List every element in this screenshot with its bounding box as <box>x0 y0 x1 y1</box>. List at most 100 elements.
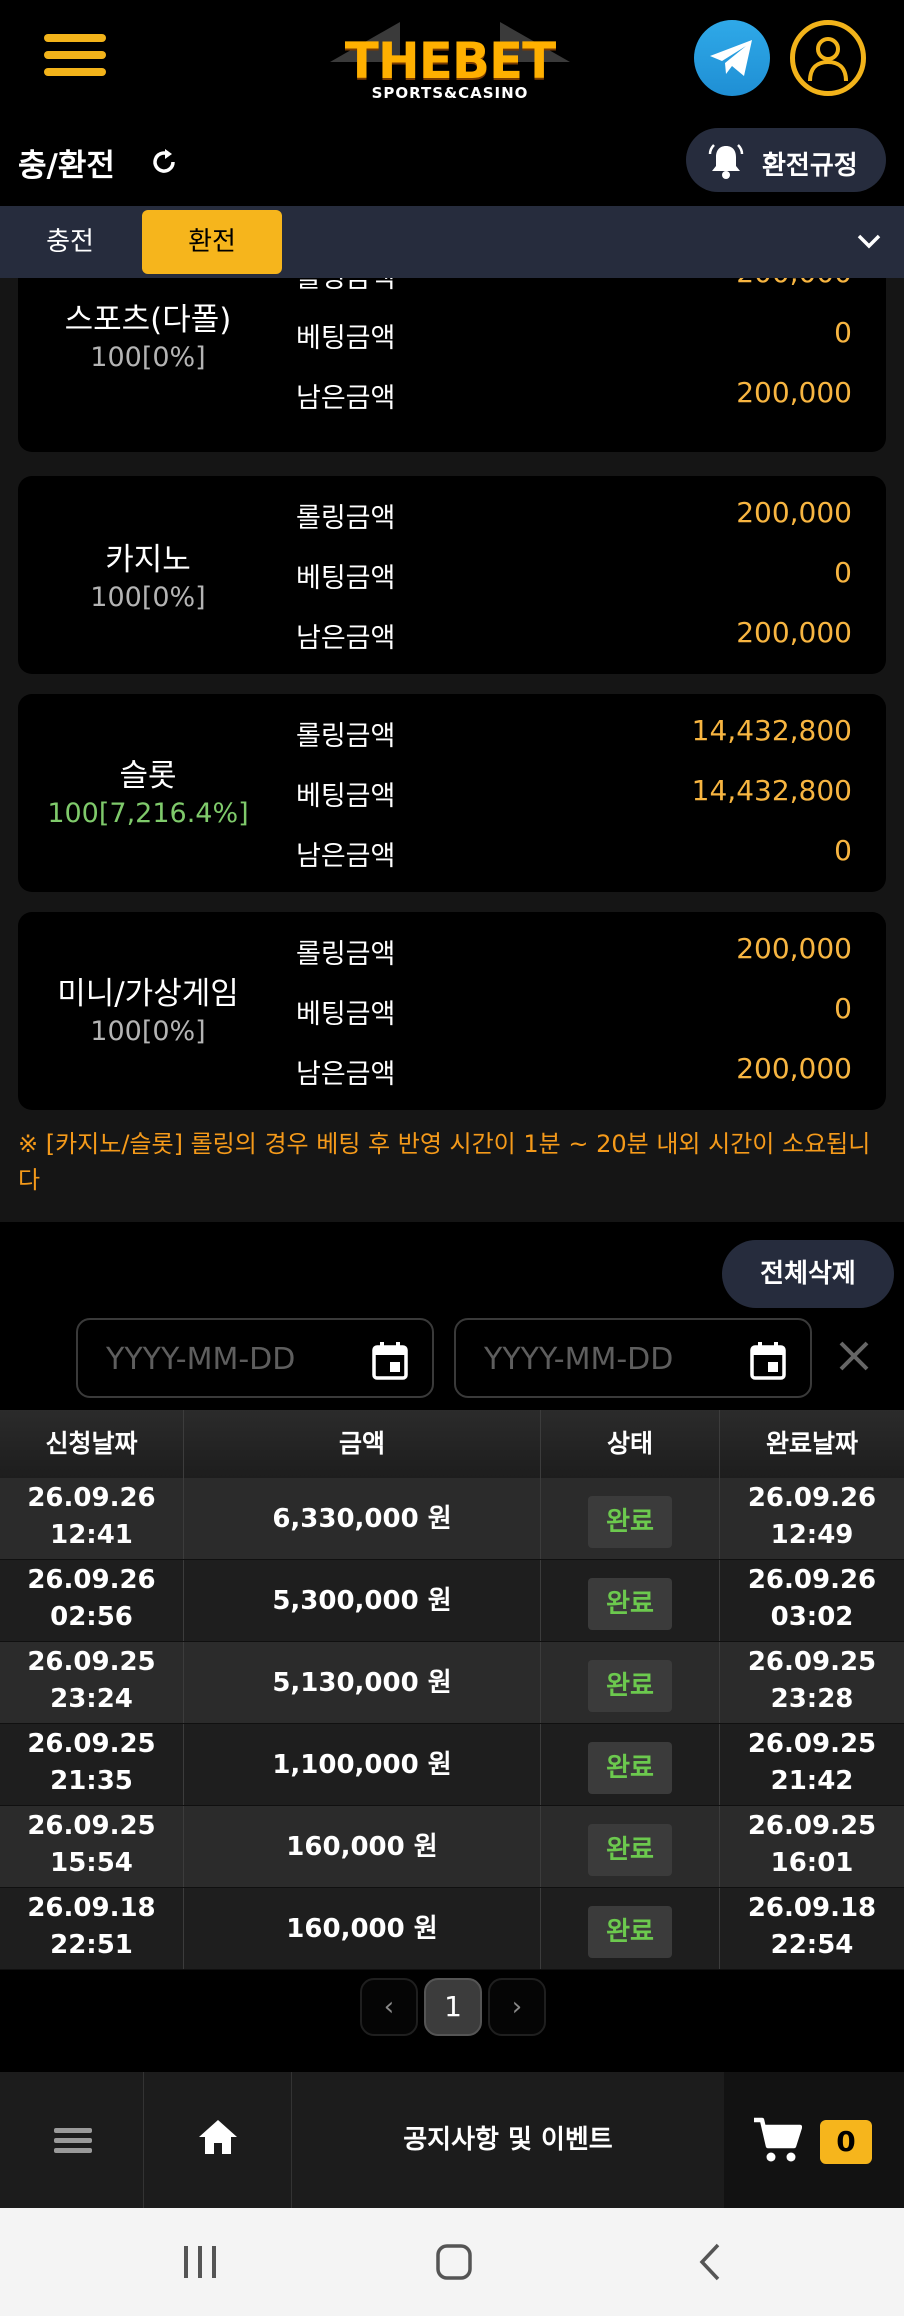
tab-bar: 충전 환전 <box>0 206 904 278</box>
end-date-input[interactable] <box>484 1340 724 1378</box>
complete-time: 12:49 <box>770 1520 854 1550</box>
request-time: 02:56 <box>50 1602 133 1632</box>
rolling-percent: 100[0%] <box>90 582 206 613</box>
exchange-rules-button[interactable]: 환전규정 <box>686 128 886 192</box>
logo-brand: THEBET <box>344 32 556 90</box>
refresh-icon[interactable] <box>148 146 180 178</box>
status-cell: 완료 <box>541 1560 720 1641</box>
rolling-category: 미니/가상게임 <box>57 976 239 1012</box>
header-complete-date: 완료날짜 <box>765 1429 858 1458</box>
complete-datetime: 26.09.26 03:02 <box>720 1560 904 1641</box>
chevron-down-icon[interactable] <box>856 230 882 252</box>
rolling-category: 카지노 <box>105 542 191 578</box>
delete-all-button[interactable]: 전체삭제 <box>722 1240 894 1308</box>
bottom-menu-icon[interactable] <box>0 2072 144 2208</box>
complete-datetime: 26.09.25 23:28 <box>720 1642 904 1723</box>
end-date-field[interactable] <box>454 1318 812 1398</box>
calendar-icon[interactable] <box>372 1342 408 1380</box>
amount: 5,130,000 원 <box>184 1642 541 1723</box>
home-icon <box>199 2120 237 2154</box>
status-badge: 완료 <box>588 1578 672 1630</box>
status-badge: 완료 <box>588 1906 672 1958</box>
bottom-nav: 공지사항 및 이벤트 0 <box>0 2072 904 2208</box>
back-icon[interactable] <box>690 2242 730 2282</box>
rolling-value: 14,432,800 <box>691 714 852 747</box>
request-time: 15:54 <box>50 1848 133 1878</box>
logo-subtitle: SPORTS&CASINO <box>371 84 529 102</box>
complete-datetime: 26.09.26 12:49 <box>720 1478 904 1559</box>
betting-value: 14,432,800 <box>691 774 852 807</box>
table-header: 신청날짜 금액 상태 완료날짜 <box>0 1410 904 1478</box>
recent-apps-icon[interactable] <box>180 2242 220 2282</box>
request-date: 26.09.26 <box>27 1565 156 1595</box>
rolling-category: 스포츠(다폴) <box>64 302 232 338</box>
request-datetime: 26.09.25 15:54 <box>0 1806 184 1887</box>
table-row: 26.09.26 02:56 5,300,000 원 완료 26.09.26 03:… <box>0 1560 904 1642</box>
tab-exchange[interactable]: 환전 <box>142 210 282 274</box>
rolling-value: 200,000 <box>736 496 852 529</box>
android-nav-bar <box>0 2208 904 2316</box>
request-time: 22:51 <box>50 1930 133 1960</box>
status-badge: 완료 <box>588 1496 672 1548</box>
request-datetime: 26.09.26 02:56 <box>0 1560 184 1641</box>
home-nav-icon[interactable] <box>434 2242 474 2282</box>
user-profile-icon[interactable] <box>790 20 866 96</box>
page-button-current[interactable]: 1 <box>424 1978 482 2036</box>
cart-icon <box>754 2117 802 2162</box>
tab-charge[interactable]: 충전 <box>0 206 140 278</box>
start-date-input[interactable] <box>106 1340 346 1378</box>
rolling-value: 200,000 <box>736 932 852 965</box>
table-row: 26.09.25 23:24 5,130,000 원 완료 26.09.25 23:… <box>0 1642 904 1724</box>
amount: 5,300,000 원 <box>184 1560 541 1641</box>
betting-value: 0 <box>834 556 852 589</box>
rolling-card: 카지노 100[0%] 롤링금액 200,000 베팅금액 0 남은금액 200,00… <box>18 476 886 674</box>
request-date: 26.09.25 <box>27 1647 156 1677</box>
complete-time: 03:02 <box>770 1602 854 1632</box>
status-cell: 완료 <box>541 1888 720 1969</box>
rolling-label: 롤링금액 <box>296 503 396 534</box>
bell-icon <box>708 144 744 179</box>
header-amount: 금액 <box>184 1410 541 1478</box>
rules-label: 환전규정 <box>762 151 858 181</box>
start-date-field[interactable] <box>76 1318 434 1398</box>
request-time: 12:41 <box>50 1520 133 1550</box>
page-title: 충/환전 <box>18 148 115 184</box>
complete-time: 21:42 <box>770 1766 854 1796</box>
rolling-value: 200,000 <box>736 278 852 289</box>
amount: 160,000 원 <box>184 1806 541 1887</box>
remaining-label: 남은금액 <box>296 383 396 414</box>
complete-time: 22:54 <box>770 1930 854 1960</box>
calendar-icon[interactable] <box>750 1342 786 1380</box>
rolling-card: 스포츠(다폴) 100[0%] 롤링금액 200,000 베팅금액 0 남은금액 20… <box>18 278 886 452</box>
complete-datetime: 26.09.18 22:54 <box>720 1888 904 1969</box>
cart-count-badge: 0 <box>820 2120 872 2164</box>
rolling-percent: 100[7,216.4%] <box>47 798 249 829</box>
betting-label: 베팅금액 <box>296 563 396 594</box>
table-row: 26.09.25 15:54 160,000 원 완료 26.09.25 16:01 <box>0 1806 904 1888</box>
next-page-button[interactable]: › <box>488 1978 546 2036</box>
table-row: 26.09.26 12:41 6,330,000 원 완료 26.09.26 12:… <box>0 1478 904 1560</box>
home-button[interactable] <box>145 2072 292 2208</box>
rolling-category: 슬롯 <box>119 758 177 794</box>
status-badge: 완료 <box>588 1742 672 1794</box>
remaining-value: 200,000 <box>736 376 852 409</box>
status-cell: 완료 <box>541 1642 720 1723</box>
remaining-label: 남은금액 <box>296 1059 396 1090</box>
amount: 1,100,000 원 <box>184 1724 541 1805</box>
rolling-card: 슬롯 100[7,216.4%] 롤링금액 14,432,800 베팅금액 14,4… <box>18 694 886 892</box>
request-date: 26.09.18 <box>27 1893 156 1923</box>
notice-event-link[interactable]: 공지사항 및 이벤트 <box>293 2072 723 2208</box>
status-cell: 완료 <box>541 1806 720 1887</box>
prev-page-button[interactable]: ‹ <box>360 1978 418 2036</box>
rolling-percent: 100[0%] <box>90 342 206 373</box>
betting-label: 베팅금액 <box>296 999 396 1030</box>
bet-slip-button[interactable]: 0 <box>724 2072 904 2208</box>
top-header: THEBET SPORTS&CASINO <box>0 0 904 120</box>
request-datetime: 26.09.18 22:51 <box>0 1888 184 1969</box>
rolling-percent: 100[0%] <box>90 1016 206 1047</box>
amount: 6,330,000 원 <box>184 1478 541 1559</box>
telegram-icon[interactable] <box>694 20 770 96</box>
logo[interactable]: THEBET SPORTS&CASINO <box>330 16 570 106</box>
close-icon[interactable] <box>836 1338 872 1374</box>
hamburger-menu-icon[interactable] <box>44 34 106 84</box>
